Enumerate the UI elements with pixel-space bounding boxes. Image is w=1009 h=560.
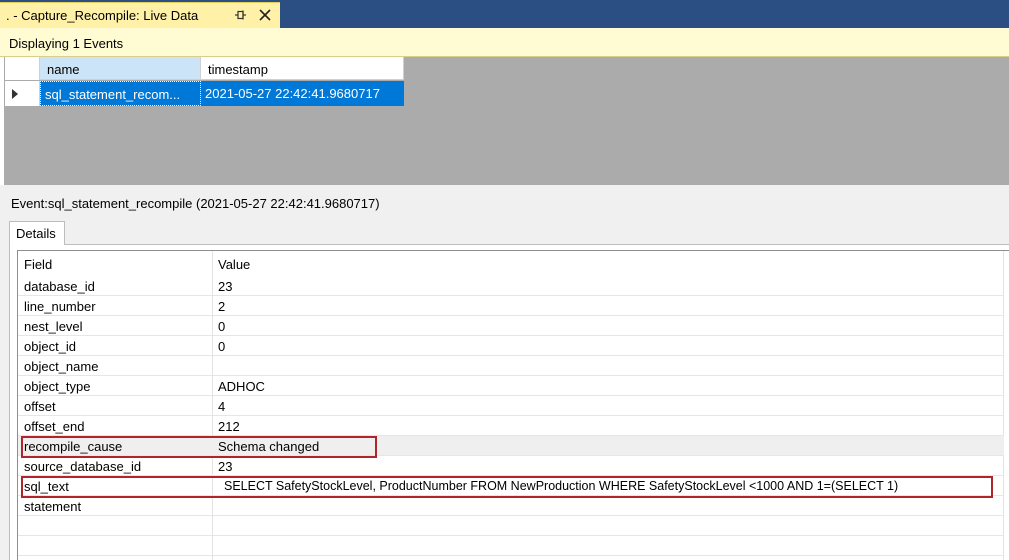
detail-field: object_type xyxy=(24,379,91,394)
detail-field: database_id xyxy=(24,279,95,294)
detail-value: 23 xyxy=(218,279,233,294)
grid-corner-header xyxy=(5,57,40,80)
detail-value: 212 xyxy=(218,419,240,434)
detail-row[interactable]: object_type ADHOC xyxy=(18,376,1004,396)
detail-row[interactable]: offset 4 xyxy=(18,396,1004,416)
empty-row xyxy=(18,536,1004,556)
row-selector[interactable] xyxy=(5,81,40,106)
info-bar: Displaying 1 Events xyxy=(0,28,1009,57)
detail-field: object_name xyxy=(24,359,99,374)
column-header-name[interactable]: name xyxy=(40,57,201,80)
detail-field: offset xyxy=(24,399,56,414)
document-tab-title: . - Capture_Recompile: Live Data xyxy=(6,8,199,23)
detail-field: line_number xyxy=(24,299,96,314)
detail-field: source_database_id xyxy=(24,459,142,474)
details-header-row: Field Value xyxy=(18,254,1004,274)
detail-row[interactable]: line_number 2 xyxy=(18,296,1004,316)
details-header-value[interactable]: Value xyxy=(218,257,250,272)
row-arrow-icon xyxy=(12,89,18,99)
detail-field: nest_level xyxy=(24,319,83,334)
document-tab[interactable]: . - Capture_Recompile: Live Data xyxy=(0,2,280,28)
detail-field: offset_end xyxy=(24,419,85,434)
detail-row[interactable]: offset_end 212 xyxy=(18,416,1004,436)
highlight-box-sql-text xyxy=(21,476,993,498)
detail-row[interactable]: source_database_id 23 xyxy=(18,456,1004,476)
grid-border xyxy=(0,57,4,185)
highlight-box-recompile-cause xyxy=(21,436,377,458)
detail-value: 23 xyxy=(218,459,233,474)
detail-row[interactable]: object_id 0 xyxy=(18,336,1004,356)
detail-value: 0 xyxy=(218,339,226,354)
pin-icon[interactable] xyxy=(233,8,247,22)
event-row-name-cell[interactable]: sql_statement_recom... xyxy=(40,81,201,106)
event-count-text: Displaying 1 Events xyxy=(9,36,124,51)
details-header-field[interactable]: Field xyxy=(24,257,52,272)
detail-row[interactable]: statement xyxy=(18,496,1004,516)
column-header-timestamp[interactable]: timestamp xyxy=(201,57,404,80)
detail-value: 0 xyxy=(218,319,226,334)
detail-row[interactable]: object_name xyxy=(18,356,1004,376)
detail-field: statement xyxy=(24,499,82,514)
event-row-timestamp-cell[interactable]: 2021-05-27 22:42:41.9680717 xyxy=(201,81,404,106)
detail-row[interactable]: database_id 23 xyxy=(18,276,1004,296)
detail-value: 4 xyxy=(218,399,226,414)
tab-details[interactable]: Details xyxy=(9,221,65,245)
detail-value: ADHOC xyxy=(218,379,265,394)
detail-row[interactable]: nest_level 0 xyxy=(18,316,1004,336)
close-icon[interactable] xyxy=(257,7,273,23)
empty-row xyxy=(18,516,1004,536)
detail-value: 2 xyxy=(218,299,226,314)
event-caption: Event:sql_statement_recompile (2021-05-2… xyxy=(11,196,380,211)
detail-field: object_id xyxy=(24,339,77,354)
